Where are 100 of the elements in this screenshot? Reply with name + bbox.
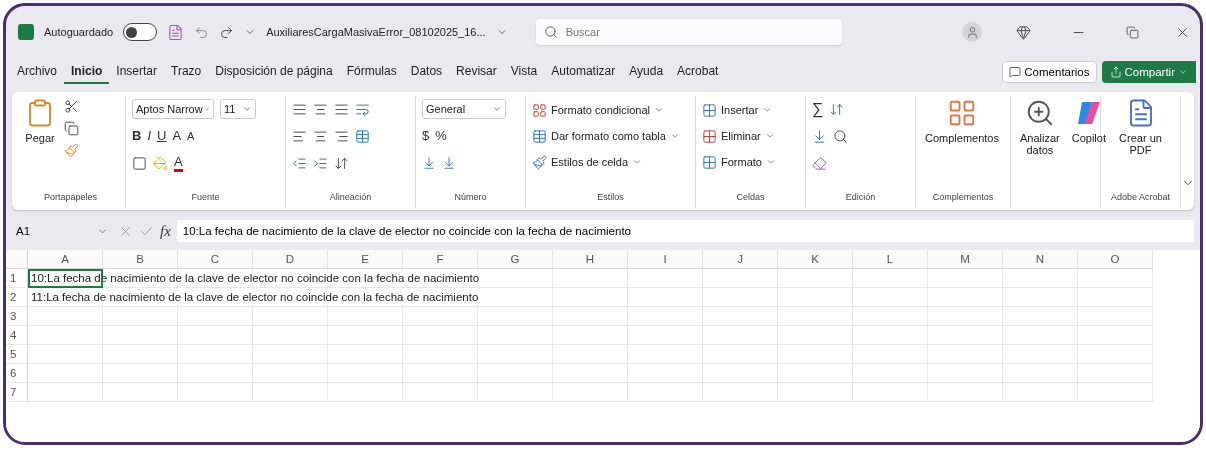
align-top-icon[interactable] [292, 101, 307, 117]
column-header[interactable]: O [1078, 250, 1153, 269]
menu-tab[interactable]: Trazo [164, 60, 209, 84]
group-label: Complementos [932, 192, 994, 202]
table-icon [532, 128, 547, 144]
menu-tab[interactable]: Revisar [449, 60, 504, 84]
column-header[interactable]: K [778, 250, 853, 269]
cut-icon[interactable] [64, 99, 79, 114]
shrink-font-button[interactable]: A [187, 129, 195, 143]
italic-button[interactable]: I [147, 129, 151, 143]
row-header[interactable]: 3 [6, 307, 28, 326]
undo-icon[interactable] [194, 24, 210, 40]
font-size-field[interactable]: 11 [220, 99, 256, 119]
insert-cells-icon [702, 102, 717, 118]
increase-indent-icon[interactable] [313, 155, 328, 171]
menu-tab[interactable]: Insertar [109, 60, 165, 84]
column-header[interactable]: A [28, 250, 103, 269]
grow-font-button[interactable]: A [172, 129, 182, 143]
caret-icon [669, 131, 680, 141]
formula-field[interactable]: 10:La fecha de nacimiento de la clave de elector no coincide con la fecha de nacimiento [176, 220, 1194, 242]
name-box[interactable]: A1 [12, 220, 112, 242]
row-header[interactable]: 7 [6, 383, 28, 402]
column-header[interactable]: G [478, 250, 553, 269]
font-color-button[interactable]: A [174, 154, 183, 172]
column-header[interactable]: H [553, 250, 628, 269]
decrease-indent-icon[interactable] [292, 155, 307, 171]
menu-tab[interactable]: Vista [503, 60, 545, 84]
format-painter-icon[interactable] [64, 143, 79, 158]
caret-icon[interactable] [242, 104, 252, 114]
copy-icon[interactable] [64, 121, 79, 136]
percent-button[interactable]: % [435, 129, 447, 143]
menu-tab[interactable]: Datos [403, 60, 450, 84]
comment-icon [1009, 66, 1022, 78]
ribbon-button[interactable]: Copilot [1068, 96, 1109, 192]
row-header[interactable]: 6 [6, 364, 28, 383]
comments-button[interactable]: Comentarios [1002, 61, 1097, 83]
menu-tab[interactable]: Archivo [10, 60, 64, 84]
account-icon[interactable] [962, 22, 982, 42]
redo-icon[interactable] [219, 24, 235, 40]
sort-filter-icon[interactable] [829, 101, 845, 117]
ribbon-item[interactable]: Formato condicional [532, 99, 680, 121]
ribbon-item[interactable]: Dar formato como tabla [532, 125, 680, 147]
search-icon[interactable] [833, 128, 848, 144]
menu-tab[interactable]: Automatizar [544, 60, 623, 84]
ribbon-item[interactable]: Insertar [702, 99, 776, 121]
row-header[interactable]: 5 [6, 345, 28, 364]
ribbon-button[interactable]: Complementos [922, 96, 1002, 192]
currency-button[interactable]: $ [422, 129, 430, 143]
share-button[interactable]: Compartir [1101, 61, 1196, 83]
ribbon-item[interactable]: Formato [702, 151, 776, 173]
autosave-label: Autoguardado [44, 26, 114, 38]
column-header[interactable]: C [178, 250, 253, 269]
align-bottom-icon[interactable] [334, 101, 349, 117]
autosum-button[interactable]: ∑ [812, 102, 824, 116]
diamond-icon[interactable] [1016, 24, 1031, 40]
borders-icon[interactable] [132, 155, 147, 171]
group-label: Fuente [191, 192, 220, 202]
ribbon-button[interactable]: Crear un PDF [1107, 96, 1174, 192]
caret-icon[interactable] [202, 104, 210, 114]
group-label: Portapapeles [43, 192, 97, 202]
column-header[interactable]: M [928, 250, 1003, 269]
menu-tab[interactable]: Acrobat [670, 60, 726, 84]
fill-color-icon[interactable] [153, 155, 168, 171]
number-format-field[interactable]: General [422, 99, 506, 119]
menu-tab[interactable]: Ayuda [622, 60, 671, 84]
column-header[interactable]: D [253, 250, 328, 269]
ribbon-item[interactable]: Estilos de celda [532, 151, 680, 173]
caret-icon[interactable] [492, 104, 502, 114]
column-header[interactable]: I [628, 250, 703, 269]
bold-button[interactable]: B [132, 129, 142, 143]
font-field[interactable]: Aptos Narrow [132, 99, 214, 119]
menu-tab[interactable]: Inicio [64, 60, 110, 84]
search-field[interactable]: Buscar [535, 19, 842, 45]
column-header[interactable]: E [328, 250, 403, 269]
function-button[interactable]: fx [160, 224, 171, 238]
ribbon-button[interactable]: Analizar datos [1017, 96, 1063, 192]
row-header[interactable]: 1 [6, 269, 28, 288]
column-header[interactable]: B [103, 250, 178, 269]
column-header[interactable]: F [403, 250, 478, 269]
paste-button[interactable]: Pegar [22, 96, 58, 192]
row-header[interactable]: 2 [6, 288, 28, 307]
row-header[interactable]: 4 [6, 326, 28, 345]
column-header[interactable]: N [1003, 250, 1078, 269]
ribbon-item[interactable]: Eliminar [702, 125, 776, 147]
menu-tab[interactable]: Fórmulas [339, 60, 404, 84]
align-right-icon[interactable] [334, 128, 349, 144]
column-header[interactable]: L [853, 250, 928, 269]
autosave-toggle[interactable] [123, 23, 158, 41]
delete-cells-icon [702, 128, 717, 144]
eraser-icon[interactable] [812, 155, 827, 171]
align-middle-icon[interactable] [313, 101, 328, 117]
restore-icon[interactable] [1126, 25, 1139, 39]
sheet-row[interactable]: 11:La fecha de nacimiento de la clave de elector no coincide con la fecha de nacimiento [28, 288, 1153, 307]
menu-tab[interactable]: Disposición de página [208, 60, 340, 84]
align-left-icon[interactable] [292, 128, 307, 144]
caret-icon [764, 131, 775, 141]
column-header[interactable]: J [703, 250, 778, 269]
underline-button[interactable]: U [157, 129, 167, 143]
align-center-icon[interactable] [313, 128, 328, 144]
wrap-text-icon[interactable] [355, 101, 370, 117]
